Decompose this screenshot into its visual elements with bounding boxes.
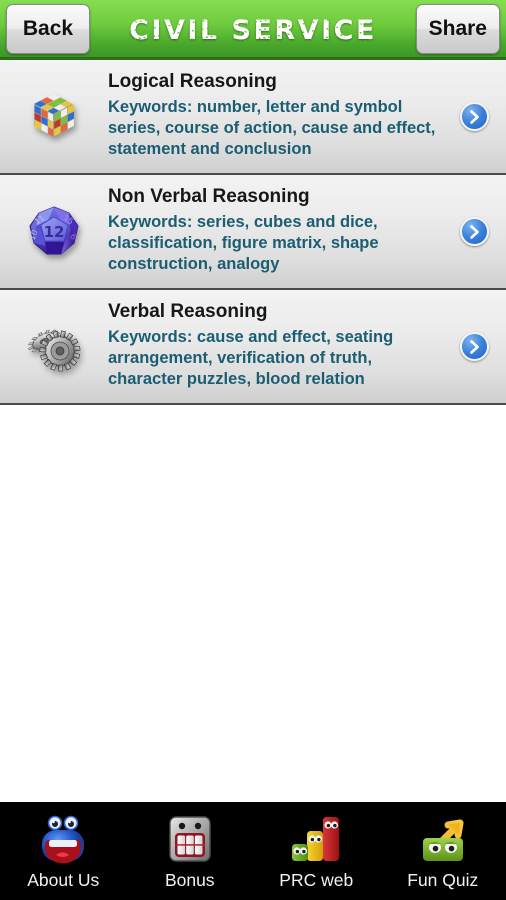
list-item-title: Verbal Reasoning	[108, 301, 268, 323]
tab-label: Fun Quiz	[407, 870, 479, 891]
list-item[interactable]: Verbal Reasoning Keywords: cause and eff…	[0, 290, 506, 405]
list-item-icon	[0, 321, 108, 373]
list-item-icon	[0, 90, 108, 144]
robot-face-icon	[165, 812, 215, 866]
share-button-label: Share	[428, 16, 487, 40]
polyhedral-die-icon: 12 11 15 10 6	[28, 205, 79, 254]
tab-label: PRC web	[279, 870, 354, 891]
page-title-text: CIVIL SERVICE	[129, 14, 377, 46]
content-empty-area	[0, 405, 506, 795]
list-item-disclosure[interactable]	[442, 217, 506, 246]
list-item-title: Logical Reasoning	[108, 71, 277, 93]
tab-bonus[interactable]: Bonus	[127, 802, 254, 900]
list-item-keywords: Keywords: series, cubes and dice, classi…	[108, 213, 379, 274]
blue-monster-icon	[36, 812, 90, 866]
list-item[interactable]: 12 11 15 10 6 Non Verbal Reasoning Keywo…	[0, 175, 506, 290]
list-item-text: Logical Reasoning Keywords: number, lett…	[108, 60, 442, 172]
list-item-text: Verbal Reasoning Keywords: cause and eff…	[108, 290, 442, 402]
share-button[interactable]: Share	[415, 3, 500, 54]
list-item-icon: 12 11 15 10 6	[0, 204, 108, 260]
gears-icon	[28, 329, 81, 371]
green-monster-arrow-icon	[415, 812, 471, 866]
chevron-right-icon[interactable]	[459, 217, 489, 246]
rubiks-cube-icon	[34, 93, 74, 137]
die-face-value: 12	[44, 223, 65, 241]
tab-about-us[interactable]: About Us	[0, 802, 127, 900]
list-item-keywords: Keywords: number, letter and symbol seri…	[108, 98, 436, 159]
list-item[interactable]: Logical Reasoning Keywords: number, lett…	[0, 60, 506, 175]
bar-chart-monsters-icon	[288, 812, 344, 866]
tab-prc-web[interactable]: PRC web	[253, 802, 380, 900]
app-root: Back CIVIL SERVICE Share Logical Reasoni…	[0, 0, 506, 900]
tab-fun-quiz[interactable]: Fun Quiz	[380, 802, 506, 900]
tab-label: About Us	[27, 870, 100, 891]
category-list: Logical Reasoning Keywords: number, lett…	[0, 60, 506, 405]
list-item-disclosure[interactable]	[442, 332, 506, 361]
list-item-keywords: Keywords: cause and effect, seating arra…	[108, 328, 394, 389]
back-button[interactable]: Back	[6, 3, 90, 54]
chevron-right-icon[interactable]	[459, 102, 489, 131]
list-item-title: Non Verbal Reasoning	[108, 186, 310, 208]
bottom-tab-bar: About Us Bonus PRC web Fun Quiz	[0, 802, 506, 900]
list-item-text: Non Verbal Reasoning Keywords: series, c…	[108, 175, 442, 287]
chevron-right-icon[interactable]	[459, 332, 489, 361]
list-item-disclosure[interactable]	[442, 102, 506, 131]
back-button-label: Back	[22, 16, 74, 40]
tab-label: Bonus	[164, 870, 215, 891]
app-header: Back CIVIL SERVICE Share	[0, 0, 506, 60]
